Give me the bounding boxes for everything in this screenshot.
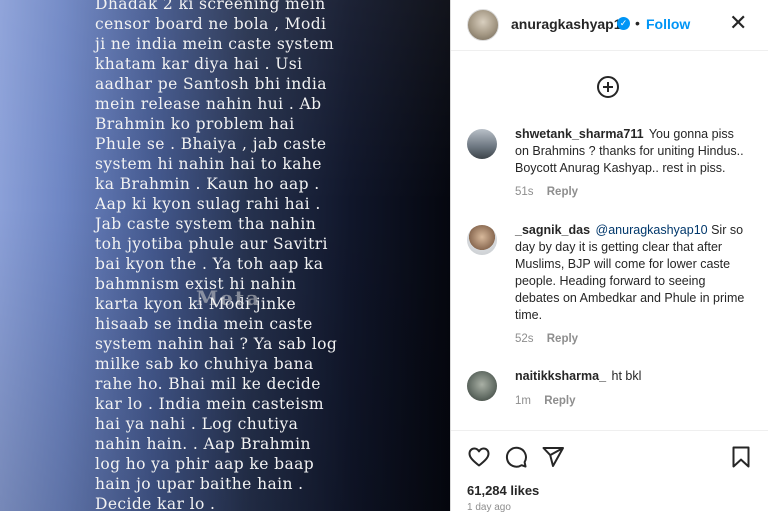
post-text-line: Brahmin ko problem hai xyxy=(95,115,295,133)
post-text-line: khatam kar diya hai . Usi xyxy=(95,55,303,73)
post-text-line: hisaab se india mein caste xyxy=(95,315,313,333)
post-text-line: system hi nahin hai to kahe xyxy=(95,155,322,173)
post-text-line: Dhadak 2 ki screening mein xyxy=(95,0,326,13)
reply-button[interactable]: Reply xyxy=(547,333,578,345)
post-text-line: censor board ne bola , Modi xyxy=(95,15,327,33)
commenter-avatar[interactable] xyxy=(467,129,497,159)
commenter-username[interactable]: _sagnik_das xyxy=(515,223,590,237)
post-text-line: bai kyon the . Ya toh aap ka xyxy=(95,255,324,273)
post-image: Dhadak 2 ki screening mein censor board n… xyxy=(0,0,450,511)
comment-time: 51s xyxy=(515,186,534,198)
follow-button[interactable]: Follow xyxy=(646,16,690,32)
add-comment-icon[interactable] xyxy=(597,76,619,98)
close-icon[interactable]: ✕ xyxy=(729,11,747,35)
comment-mention[interactable]: @anuragkashyap10 xyxy=(596,223,708,237)
post-timestamp: 1 day ago xyxy=(467,502,511,513)
comment-icon[interactable] xyxy=(504,445,528,474)
post-text-line: rahe ho. Bhai mil ke decide xyxy=(95,375,321,393)
post-text-line: ka Brahmin . Kaun ho aap . xyxy=(95,175,320,193)
comment-body: naitikksharma_ ht bkl xyxy=(515,368,751,385)
post-text-line: log ho ya phir aap ke baap xyxy=(95,455,315,473)
comment-meta: 1m Reply xyxy=(515,395,586,407)
post-text-line: kar lo . India mein casteism xyxy=(95,395,325,413)
comment-time: 1m xyxy=(515,395,531,407)
comment-body: _sagnik_das @anuragkashyap10 Sir so day … xyxy=(515,222,751,324)
post-side-panel: anuragkashyap10 ✓ • Follow ✕ shwetank_sh… xyxy=(450,0,768,513)
comment-meta: 52s Reply xyxy=(515,333,588,345)
post-image-text: Dhadak 2 ki screening mein censor board n… xyxy=(95,0,338,511)
post-text-line: nahin hain. . Aap Brahmin xyxy=(95,435,311,453)
comment-text: ht bkl xyxy=(611,369,642,383)
verified-badge-icon: ✓ xyxy=(617,17,630,30)
post-text-line: Aap ki kyon sulag rahi hai . xyxy=(95,195,321,213)
post-text-line: Jab caste system tha nahin xyxy=(95,215,317,233)
post-text-line: milke sab ko chuhiya bana xyxy=(95,355,314,373)
commenter-username[interactable]: naitikksharma_ xyxy=(515,369,606,383)
post-text-line: hai ya nahi . Log chutiya xyxy=(95,415,299,433)
comment-time: 52s xyxy=(515,333,534,345)
comment-body: shwetank_sharma711 You gonna piss on Bra… xyxy=(515,126,751,177)
post-text-line: bahmnism exist hi nahin xyxy=(95,275,297,293)
bookmark-icon[interactable] xyxy=(729,445,753,474)
author-avatar[interactable] xyxy=(467,9,499,41)
post-text-line: karta kyon ki Modi jinke xyxy=(95,295,297,313)
share-icon[interactable] xyxy=(541,445,565,474)
post-text-line: toh jyotiba phule aur Savitri xyxy=(95,235,328,253)
commenter-avatar[interactable] xyxy=(467,225,497,255)
post-text-line: hain jo upar baithe hain . xyxy=(95,475,304,493)
post-header: anuragkashyap10 ✓ • Follow ✕ xyxy=(451,0,768,51)
post-text-line: aadhar pe Santosh bhi india xyxy=(95,75,327,93)
author-username[interactable]: anuragkashyap10 xyxy=(511,16,629,32)
commenter-username[interactable]: shwetank_sharma711 xyxy=(515,127,644,141)
heart-icon[interactable] xyxy=(467,445,491,474)
comment-text: Sir so day by day it is getting clear th… xyxy=(515,223,745,322)
post-text-line: system nahin hai ? Ya sab log xyxy=(95,335,338,353)
reply-button[interactable]: Reply xyxy=(544,395,575,407)
post-text-line: Phule se . Bhaiya , jab caste xyxy=(95,135,327,153)
comment-meta: 51s Reply xyxy=(515,186,588,198)
likes-count[interactable]: 61,284 likes xyxy=(467,483,539,498)
post-text-line: ji ne india mein caste system xyxy=(95,35,335,53)
post-text-line: Decide kar lo . xyxy=(95,495,216,511)
commenter-avatar[interactable] xyxy=(467,371,497,401)
post-text-line: mein release nahin hui . Ab xyxy=(95,95,322,113)
header-separator: • xyxy=(635,15,640,31)
post-actions-bar xyxy=(451,430,768,483)
reply-button[interactable]: Reply xyxy=(547,186,578,198)
